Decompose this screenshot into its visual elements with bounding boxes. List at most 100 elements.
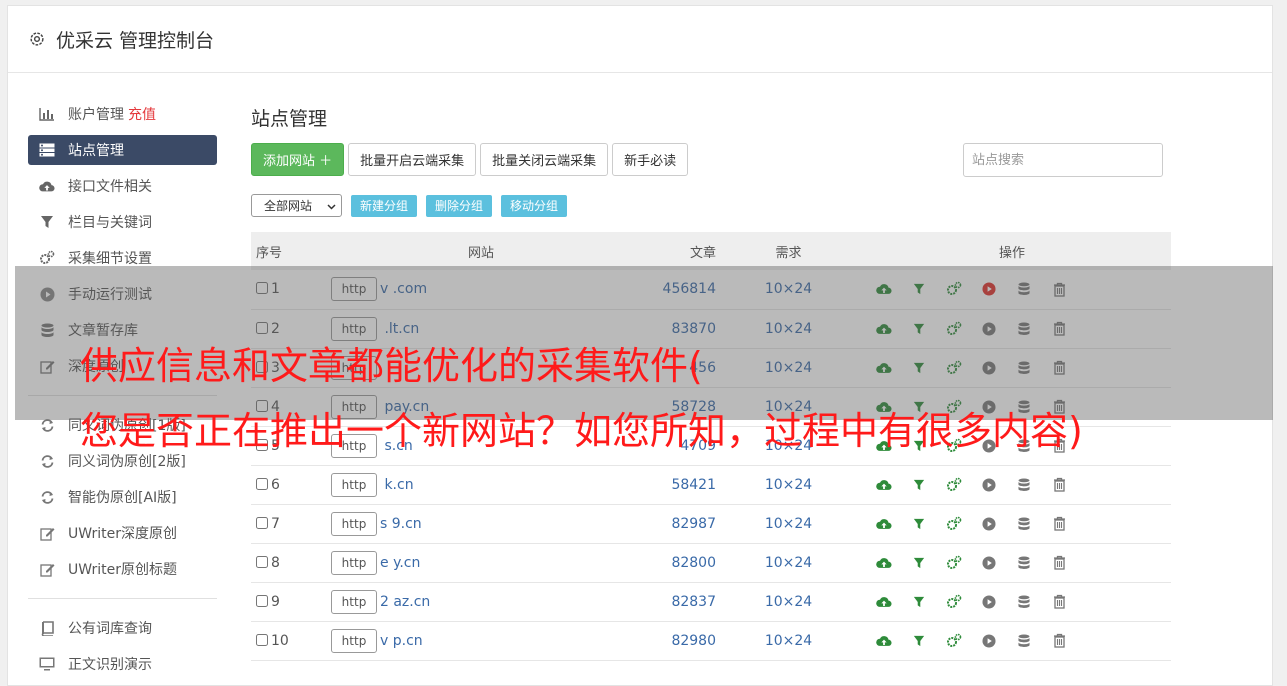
article-count[interactable]: 82987 (641, 504, 716, 543)
site-search-input[interactable] (963, 143, 1163, 177)
row-checkbox[interactable] (256, 633, 268, 646)
monitor-icon (39, 656, 55, 672)
table-header: 序号 网站 文章 需求 操作 (251, 232, 1171, 270)
play-circle-icon[interactable] (981, 516, 997, 532)
filter-icon[interactable] (911, 477, 927, 493)
trash-icon[interactable] (1051, 633, 1067, 649)
row-number-cell: 9 (251, 582, 321, 621)
trash-icon[interactable] (1051, 594, 1067, 610)
watermark-overlay (15, 266, 1273, 420)
sidebar-item-account[interactable]: 账户管理 充值 (28, 96, 217, 132)
page-title: 站点管理 (251, 108, 328, 130)
play-circle-icon[interactable] (981, 633, 997, 649)
row-checkbox[interactable] (256, 477, 268, 490)
sidebar-item-text-detect[interactable]: 正文识别演示 (28, 646, 217, 682)
bar-chart-icon (39, 106, 55, 122)
demand-value[interactable]: 10×24 (716, 504, 831, 543)
add-site-button[interactable]: 添加网站 ＋ (251, 143, 345, 176)
article-count[interactable]: 58421 (641, 465, 716, 504)
header-demand: 需求 (775, 245, 802, 261)
row-checkbox[interactable] (256, 555, 268, 568)
sidebar-item-uwriter-title[interactable]: UWriter原创标题 (28, 551, 217, 587)
filter-icon[interactable] (911, 516, 927, 532)
sidebar-item-label: 公有词库查询 (68, 621, 152, 637)
database-icon[interactable] (1016, 594, 1032, 610)
guide-button[interactable]: 新手必读 (612, 143, 689, 176)
recharge-link[interactable]: 充值 (128, 104, 156, 124)
http-badge[interactable]: http (331, 511, 377, 536)
demand-value[interactable]: 10×24 (716, 465, 831, 504)
cogs-icon[interactable] (946, 633, 962, 649)
database-icon[interactable] (1016, 633, 1032, 649)
site-domain-link[interactable]: k.cn (380, 477, 413, 493)
demand-value[interactable]: 10×24 (716, 621, 831, 660)
site-domain-link[interactable]: e y.cn (380, 555, 420, 571)
sidebar-item-label: UWriter原创标题 (68, 562, 177, 578)
play-circle-icon[interactable] (981, 555, 997, 571)
sidebar-item-label: 采集细节设置 (68, 251, 152, 267)
new-group-button[interactable]: 新建分组 (351, 194, 418, 217)
toolbar: 添加网站 ＋ 批量开启云端采集 批量关闭云端采集 新手必读 (251, 143, 689, 176)
ops-cell (831, 543, 1171, 582)
ops-cell (831, 465, 1171, 504)
row-checkbox[interactable] (256, 594, 268, 607)
http-badge[interactable]: http (331, 550, 377, 575)
http-badge[interactable]: http (331, 472, 377, 497)
cloud-upload-icon[interactable] (876, 594, 892, 610)
cogs-icon[interactable] (946, 555, 962, 571)
demand-value[interactable]: 10×24 (716, 582, 831, 621)
batch-close-cloud-button[interactable]: 批量关闭云端采集 (480, 143, 609, 176)
site-group-select[interactable]: 全部网站 (251, 194, 342, 217)
filter-icon[interactable] (911, 633, 927, 649)
overlay-subline: 您是否正在推出一个新网站？如您所知，过程中有很多内容) (80, 409, 1083, 453)
demand-value[interactable]: 10×24 (716, 543, 831, 582)
edit-icon (39, 561, 55, 577)
database-icon[interactable] (1016, 477, 1032, 493)
cloud-upload-icon[interactable] (876, 477, 892, 493)
http-badge[interactable]: http (331, 628, 377, 653)
cloud-upload-icon[interactable] (876, 633, 892, 649)
database-icon[interactable] (1016, 555, 1032, 571)
site-domain-link[interactable]: s 9.cn (380, 516, 422, 532)
batch-open-cloud-button[interactable]: 批量开启云端采集 (348, 143, 477, 176)
sidebar-item-sites[interactable]: 站点管理 (28, 135, 217, 165)
row-checkbox[interactable] (256, 516, 268, 529)
sidebar-item-ai-rewrite[interactable]: 智能伪原创[AI版] (28, 479, 217, 515)
site-domain-link[interactable]: v p.cn (380, 633, 423, 649)
site-cell: http k.cn (321, 465, 641, 504)
sidebar-item-uwriter-deep[interactable]: UWriter深度原创 (28, 515, 217, 551)
trash-icon[interactable] (1051, 477, 1067, 493)
move-group-button[interactable]: 移动分组 (501, 194, 568, 217)
site-domain-link[interactable]: 2 az.cn (380, 594, 430, 610)
trash-icon[interactable] (1051, 555, 1067, 571)
cloud-upload-icon[interactable] (876, 516, 892, 532)
play-circle-icon[interactable] (981, 594, 997, 610)
header-ops: 操作 (999, 245, 1026, 261)
sidebar-item-keywords[interactable]: 栏目与关键词 (28, 204, 217, 240)
article-count[interactable]: 82800 (641, 543, 716, 582)
cogs-icon[interactable] (946, 477, 962, 493)
article-count[interactable]: 82837 (641, 582, 716, 621)
ops-cell (831, 621, 1171, 660)
delete-group-button[interactable]: 删除分组 (426, 194, 493, 217)
sidebar-item-public-lexicon[interactable]: 公有词库查询 (28, 610, 217, 646)
sidebar-item-label: 栏目与关键词 (68, 215, 152, 231)
sidebar-item-interface[interactable]: 接口文件相关 (28, 168, 217, 204)
http-badge[interactable]: http (331, 589, 377, 614)
group-controls: 全部网站 新建分组 删除分组 移动分组 (251, 194, 568, 217)
site-cell: http v p.cn (321, 621, 641, 660)
row-number: 9 (271, 593, 280, 610)
row-number-cell: 8 (251, 543, 321, 582)
filter-icon[interactable] (911, 594, 927, 610)
filter-icon[interactable] (911, 555, 927, 571)
sidebar-item-label: 智能伪原创[AI版] (68, 490, 177, 506)
row-number: 6 (271, 476, 280, 493)
article-count[interactable]: 82980 (641, 621, 716, 660)
database-icon[interactable] (1016, 516, 1032, 532)
sidebar-item-label: 站点管理 (68, 143, 124, 159)
cogs-icon[interactable] (946, 594, 962, 610)
trash-icon[interactable] (1051, 516, 1067, 532)
cogs-icon[interactable] (946, 516, 962, 532)
play-circle-icon[interactable] (981, 477, 997, 493)
cloud-upload-icon[interactable] (876, 555, 892, 571)
